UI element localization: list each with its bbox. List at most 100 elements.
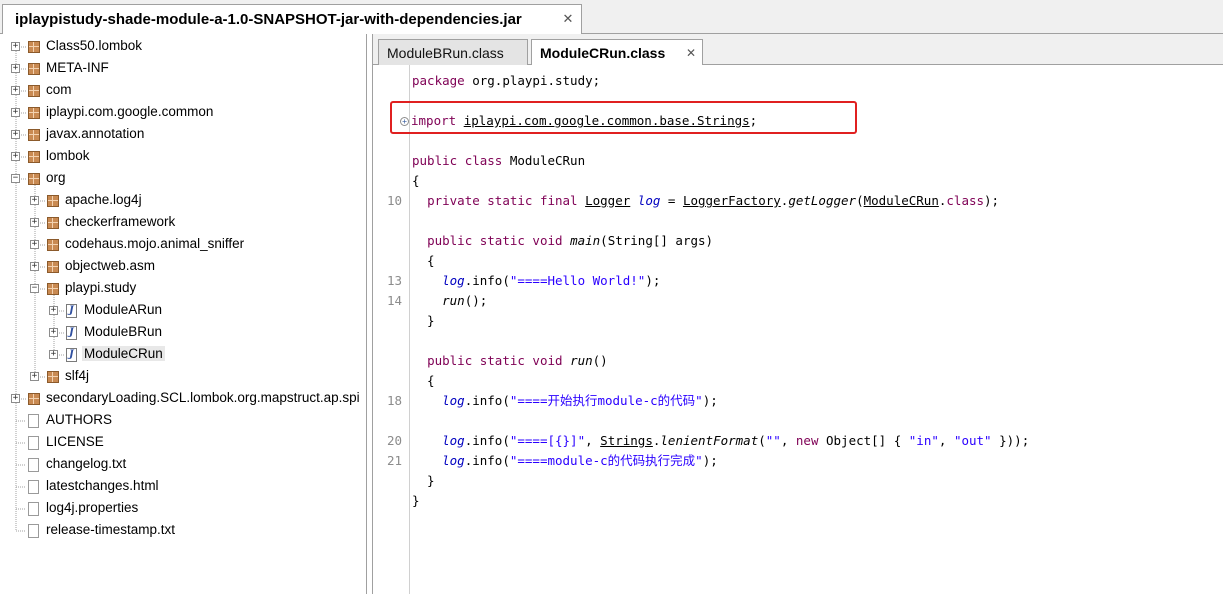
expand-icon[interactable]: + — [30, 240, 39, 249]
collapse-icon[interactable]: − — [30, 284, 39, 293]
tree-item[interactable]: changelog.txt — [0, 454, 366, 476]
tree-item[interactable]: + codehaus.mojo.animal_sniffer — [0, 234, 366, 256]
keyword: new — [795, 433, 819, 448]
method-name: getLogger — [788, 193, 857, 208]
tree-item[interactable]: + apache.log4j — [0, 190, 366, 212]
method-args: () — [592, 353, 608, 368]
expand-icon[interactable]: + — [30, 372, 39, 381]
keyword: class — [946, 193, 985, 208]
expand-icon[interactable]: + — [49, 328, 58, 337]
package-icon — [47, 371, 59, 383]
line-number: 21 — [386, 453, 402, 468]
tree-item[interactable]: LICENSE — [0, 432, 366, 454]
file-icon — [28, 436, 39, 450]
tree-item[interactable]: + checkerframework — [0, 212, 366, 234]
code-line: } — [412, 493, 420, 508]
tree-item[interactable]: + J ModuleBRun — [0, 322, 366, 344]
type-link[interactable]: Logger — [585, 193, 630, 208]
tab-modulebrun[interactable]: ModuleBRun.class — [378, 39, 528, 65]
type-link[interactable]: ModuleCRun — [864, 193, 939, 208]
jar-tab[interactable]: iplaypistudy-shade-module-a-1.0-SNAPSHOT… — [2, 4, 582, 34]
package-icon — [28, 173, 40, 185]
tree-item[interactable]: + javax.annotation — [0, 124, 366, 146]
package-icon — [47, 239, 59, 251]
import-path-link[interactable]: iplaypi.com.google.common.base.Strings — [464, 113, 750, 128]
keyword: import — [411, 113, 457, 128]
close-icon[interactable]: ✕ — [686, 46, 696, 60]
java-class-icon: J — [66, 326, 77, 340]
expand-icon[interactable]: + — [30, 262, 39, 271]
tree-item[interactable]: + com — [0, 80, 366, 102]
tree-item[interactable]: + secondaryLoading.SCL.lombok.org.mapstru… — [0, 388, 366, 410]
tree-item-label: slf4j — [65, 368, 90, 383]
tree-item-label: org — [46, 170, 66, 185]
keyword: package — [412, 73, 465, 88]
paren: ); — [984, 193, 1000, 208]
type-link[interactable]: LoggerFactory — [683, 193, 781, 208]
expand-icon[interactable]: + — [11, 152, 20, 161]
tree-item[interactable]: − playpi.study — [0, 278, 366, 300]
code-editor: ModuleBRun.class ModuleCRun.class ✕ 10 13… — [372, 34, 1223, 594]
paren: ( — [856, 193, 864, 208]
tree-item[interactable]: − org — [0, 168, 366, 190]
tree-item-label: AUTHORS — [46, 412, 113, 427]
file-icon — [28, 480, 39, 494]
expand-icon[interactable]: + — [400, 117, 409, 126]
tree-item[interactable]: + Class50.lombok — [0, 36, 366, 58]
expand-icon[interactable]: + — [30, 196, 39, 205]
line-number-gutter: 10 13 14 18 20 21 — [373, 65, 410, 594]
class-name: ModuleCRun — [502, 153, 586, 168]
tree-item[interactable]: log4j.properties — [0, 498, 366, 520]
expand-icon[interactable]: + — [30, 218, 39, 227]
operator: = — [660, 193, 683, 208]
expand-icon[interactable]: + — [49, 306, 58, 315]
code-line: public class ModuleCRun — [412, 153, 585, 169]
package-icon — [47, 195, 59, 207]
package-icon — [28, 151, 40, 163]
tree-item-label: secondaryLoading.SCL.lombok.org.mapstruc… — [46, 390, 360, 405]
code-area[interactable]: 10 13 14 18 20 21 package org.playpi.study; +… — [373, 65, 1223, 594]
close-icon[interactable]: ✕ — [561, 12, 575, 26]
import-line: + import iplaypi.com.google.common.base.S… — [400, 113, 757, 129]
tree-item-label: Class50.lombok — [46, 38, 143, 53]
expand-icon[interactable]: + — [11, 64, 20, 73]
expand-icon[interactable]: + — [11, 394, 20, 403]
editor-tab-strip: ModuleBRun.class ModuleCRun.class ✕ — [373, 34, 1223, 66]
tree-item[interactable]: + objectweb.asm — [0, 256, 366, 278]
expand-icon[interactable]: + — [49, 350, 58, 359]
string-literal: "====开始执行module-c的代码" — [509, 393, 703, 408]
tree-item[interactable]: + lombok — [0, 146, 366, 168]
keyword: public static void — [427, 233, 563, 248]
tree-item[interactable]: + J ModuleARun — [0, 300, 366, 322]
package-icon — [47, 217, 59, 229]
tab-label: ModuleCRun.class — [540, 45, 666, 61]
tree-item[interactable]: + J ModuleCRun — [0, 344, 366, 366]
tree-item[interactable]: + slf4j — [0, 366, 366, 388]
expand-icon[interactable]: + — [11, 130, 20, 139]
field-name: log — [442, 393, 465, 408]
keyword: public — [412, 153, 458, 168]
expand-icon[interactable]: + — [11, 42, 20, 51]
code-line: log.info("====module-c的代码执行完成"); — [412, 453, 718, 469]
tab-modulecrun[interactable]: ModuleCRun.class ✕ — [531, 39, 703, 66]
string-literal: "out" — [953, 433, 992, 448]
method-call: .info( — [464, 453, 510, 468]
method-name: main — [570, 233, 601, 248]
expand-icon[interactable]: + — [11, 108, 20, 117]
string-literal: "====Hello World!" — [509, 273, 646, 288]
tree-item[interactable]: release-timestamp.txt — [0, 520, 366, 542]
tree-item[interactable]: AUTHORS — [0, 410, 366, 432]
tree-item[interactable]: + iplaypi.com.google.common — [0, 102, 366, 124]
paren: ); — [645, 273, 661, 288]
tree-item[interactable]: + META-INF — [0, 58, 366, 80]
tree-item-label: latestchanges.html — [46, 478, 159, 493]
tree-item-label: LICENSE — [46, 434, 104, 449]
expand-icon[interactable]: + — [11, 86, 20, 95]
code-line: public static void main(String[] args) — [412, 233, 713, 249]
tree-item[interactable]: latestchanges.html — [0, 476, 366, 498]
type-link[interactable]: Strings — [600, 433, 653, 448]
collapse-icon[interactable]: − — [11, 174, 20, 183]
